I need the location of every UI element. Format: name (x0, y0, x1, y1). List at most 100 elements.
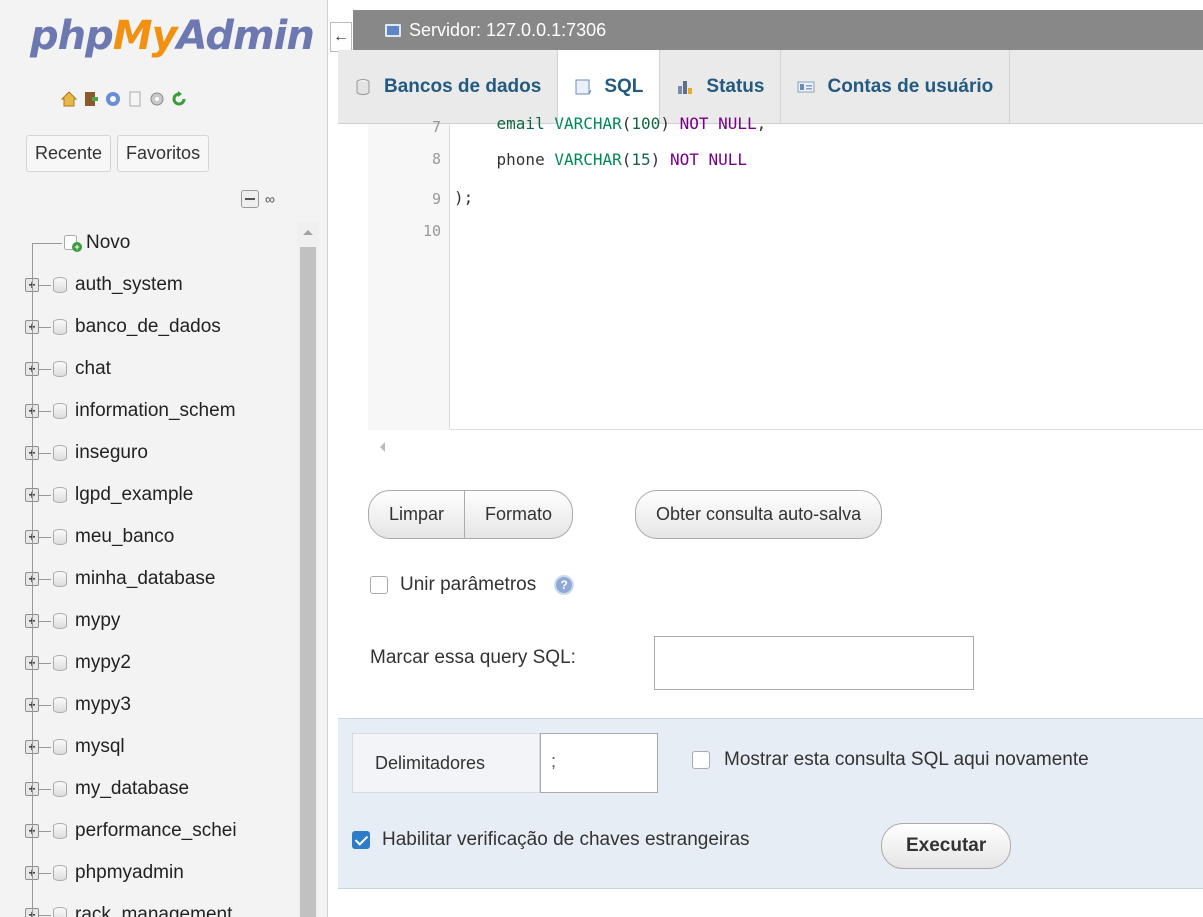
status-chart-icon (678, 81, 693, 94)
tree-item-label: Novo (86, 232, 131, 253)
navigation-sidebar: phpMyAdmin Recente Favoritos ∞ + Novo +a… (0, 0, 328, 917)
tree-item-db[interactable]: +performance_schei (22, 810, 294, 852)
tree-item-label[interactable]: performance_schei (75, 820, 237, 842)
tree-item-label[interactable]: meu_banco (75, 526, 174, 548)
database-tree: + Novo +auth_system +banco_de_dados +cha… (22, 222, 294, 917)
line-number: 8 (431, 150, 441, 168)
tree-item-db[interactable]: +chat (22, 348, 294, 390)
reload-icon[interactable] (170, 90, 188, 108)
tree-item-db[interactable]: +rack_management (22, 894, 294, 917)
tree-item-db[interactable]: +meu_banco (22, 516, 294, 558)
bind-parameters-checkbox[interactable] (370, 576, 388, 594)
scroll-left-icon[interactable] (380, 442, 385, 452)
bind-parameters-row: Unir parâmetros ? (370, 574, 575, 596)
help-icon[interactable] (104, 90, 122, 108)
tree-item-label[interactable]: mypy (75, 610, 120, 632)
user-accounts-icon (797, 81, 815, 93)
server-label[interactable]: Servidor: 127.0.0.1:7306 (409, 20, 606, 41)
tree-item-label[interactable]: rack_management (75, 904, 232, 917)
database-icon (53, 613, 67, 629)
tree-item-db[interactable]: +auth_system (22, 264, 294, 306)
sidebar-scrollbar[interactable] (297, 222, 319, 917)
code-line: email VARCHAR(100) NOT NULL, (458, 114, 767, 133)
sql-editor[interactable]: 7 8 9 10 email VARCHAR(100) NOT NULL, ph… (368, 114, 1203, 464)
tab-favorites[interactable]: Favoritos (117, 135, 210, 172)
tab-user-accounts[interactable]: Contas de usuário (781, 50, 1011, 124)
collapse-all-icon[interactable] (241, 190, 260, 208)
exit-icon[interactable] (82, 90, 100, 108)
format-button[interactable]: Formato (465, 490, 574, 539)
database-icon (53, 739, 67, 755)
scroll-up-icon[interactable] (303, 230, 313, 235)
delimiter-input[interactable]: ; (540, 733, 658, 793)
main-tabs: Bancos de dados SQL Status Contas de usu… (338, 50, 1203, 124)
tree-item-new[interactable]: + Novo (22, 222, 294, 264)
line-number: 9 (431, 190, 441, 208)
clear-button[interactable]: Limpar (368, 490, 466, 539)
code-line: ); (454, 188, 474, 207)
tree-item-label[interactable]: inseguro (75, 442, 148, 464)
bookmark-query-input[interactable] (654, 636, 974, 690)
tree-item-label[interactable]: banco_de_dados (75, 316, 221, 338)
tree-controls: ∞ (241, 190, 275, 208)
tree-item-db[interactable]: +mypy3 (22, 684, 294, 726)
server-icon (385, 23, 401, 37)
tree-item-db[interactable]: +banco_de_dados (22, 306, 294, 348)
scrollbar-thumb[interactable] (300, 247, 316, 917)
database-icon (53, 361, 67, 377)
sql-icon (575, 79, 592, 94)
code-line: phone VARCHAR(15) NOT NULL (458, 150, 747, 169)
phpmyadmin-logo[interactable]: phpMyAdmin (30, 16, 315, 56)
new-database-icon: + (64, 234, 82, 252)
docs-icon[interactable] (126, 90, 144, 108)
tree-item-label[interactable]: lgpd_example (75, 484, 193, 506)
tree-item-db[interactable]: +mysql (22, 726, 294, 768)
tree-item-db[interactable]: +mypy (22, 600, 294, 642)
database-icon (356, 79, 370, 95)
tree-item-db[interactable]: +phpmyadmin (22, 852, 294, 894)
settings-icon[interactable] (148, 90, 166, 108)
database-icon (53, 529, 67, 545)
tree-item-label[interactable]: mypy3 (75, 694, 131, 716)
tree-item-db[interactable]: +mypy2 (22, 642, 294, 684)
tree-item-label[interactable]: chat (75, 358, 111, 380)
tree-item-db[interactable]: +lgpd_example (22, 474, 294, 516)
tree-item-label[interactable]: information_schem (75, 400, 236, 422)
tree-item-label[interactable]: mysql (75, 736, 125, 758)
show-query-again-checkbox[interactable] (692, 751, 710, 769)
sidebar-tabs: Recente Favoritos (26, 135, 210, 172)
tab-label: Bancos de dados (384, 76, 542, 97)
sql-query-panel: 7 8 9 10 email VARCHAR(100) NOT NULL, ph… (338, 114, 1203, 917)
foreign-key-checks-checkbox[interactable] (352, 831, 370, 849)
tree-item-label[interactable]: my_database (75, 778, 189, 800)
show-query-again-label[interactable]: Mostrar esta consulta SQL aqui novamente (724, 749, 1089, 771)
tree-item-label[interactable]: auth_system (75, 274, 183, 296)
line-number: 7 (431, 118, 441, 136)
tab-sql[interactable]: SQL (558, 50, 661, 124)
database-icon (53, 487, 67, 503)
tree-item-db[interactable]: +my_database (22, 768, 294, 810)
tree-connector (32, 242, 62, 244)
tree-item-db[interactable]: +inseguro (22, 432, 294, 474)
tree-item-db[interactable]: +information_schem (22, 390, 294, 432)
tab-status[interactable]: Status (660, 50, 782, 124)
link-icon[interactable]: ∞ (265, 191, 275, 207)
tree-item-label[interactable]: phpmyadmin (75, 862, 184, 884)
quick-icons-bar (60, 90, 188, 108)
tab-recent[interactable]: Recente (26, 135, 112, 172)
tree-item-label[interactable]: mypy2 (75, 652, 131, 674)
tree-item-label[interactable]: minha_database (75, 568, 216, 590)
foreign-key-checks-label[interactable]: Habilitar verificação de chaves estrange… (382, 829, 750, 851)
bind-parameters-label[interactable]: Unir parâmetros (400, 574, 536, 596)
collapse-sidebar-button[interactable]: ← (330, 22, 352, 52)
editor-horizontal-scrollbar[interactable] (368, 430, 1203, 464)
help-icon[interactable]: ? (554, 575, 575, 595)
tree-item-db[interactable]: +minha_database (22, 558, 294, 600)
tab-databases[interactable]: Bancos de dados (338, 50, 559, 124)
line-number: 10 (422, 222, 441, 240)
home-icon[interactable] (60, 90, 78, 108)
execute-button[interactable]: Executar (881, 823, 1012, 869)
database-icon (53, 907, 67, 917)
query-options-panel: Delimitadores ; Mostrar esta consulta SQ… (338, 718, 1203, 889)
get-autosaved-query-button[interactable]: Obter consulta auto-salva (635, 490, 883, 539)
